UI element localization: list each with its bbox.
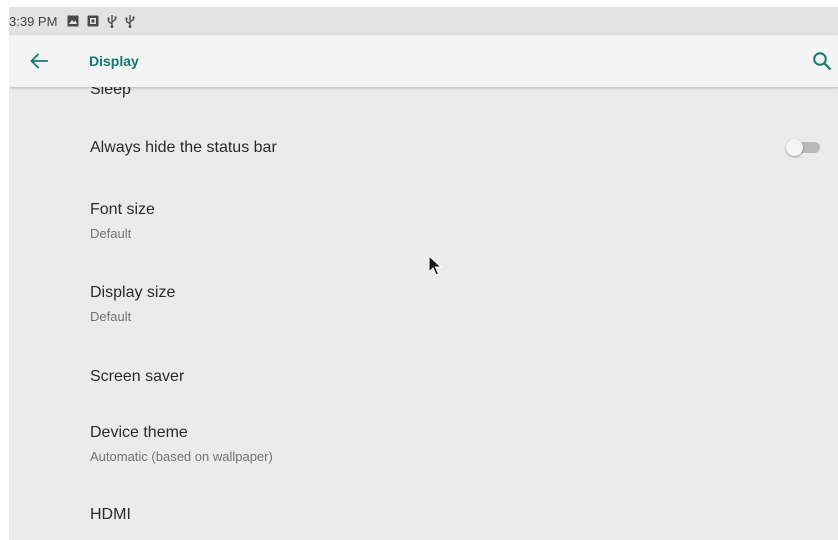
setting-summary: Automatic (based on wallpaper) (90, 449, 273, 464)
settings-list[interactable]: Sleep Always hide the status bar Font si… (9, 87, 838, 540)
setting-title: Device theme (90, 424, 188, 441)
arrow-left-icon (30, 53, 48, 69)
setting-font-size[interactable]: Font size Default (9, 185, 838, 267)
setting-title: Always hide the status bar (90, 139, 277, 156)
setting-summary: Default (90, 309, 132, 324)
setting-title: Display size (90, 284, 176, 301)
search-button[interactable] (810, 49, 834, 73)
app-bar: Display (9, 35, 838, 87)
mouse-cursor-icon (428, 255, 443, 276)
search-icon (813, 52, 832, 71)
image-icon (67, 15, 79, 27)
setting-hide-status-bar[interactable]: Always hide the status bar (9, 115, 838, 185)
usb-icon (125, 15, 135, 28)
setting-device-theme[interactable]: Device theme Automatic (based on wallpap… (9, 411, 838, 493)
hide-status-bar-toggle[interactable] (786, 139, 820, 156)
setting-title: Screen saver (90, 368, 185, 385)
setting-hdmi[interactable]: HDMI (9, 493, 838, 540)
status-time: 3:39 PM (9, 13, 58, 29)
setting-title: HDMI (90, 506, 131, 523)
setting-display-size[interactable]: Display size Default (9, 267, 838, 349)
device-screen: 3:39 PM Display Sleep Always hide the st… (9, 7, 838, 540)
setting-title: Sleep (90, 87, 131, 98)
page-title: Display (89, 53, 139, 69)
setting-sleep[interactable]: Sleep (9, 87, 838, 115)
photo-icon (87, 15, 99, 27)
setting-title: Font size (90, 201, 155, 218)
usb-icon (107, 15, 117, 28)
status-bar: 3:39 PM (9, 7, 838, 35)
setting-summary: Default (90, 226, 132, 241)
setting-screen-saver[interactable]: Screen saver (9, 349, 838, 411)
toggle-thumb (786, 139, 803, 156)
back-button[interactable] (27, 49, 51, 73)
